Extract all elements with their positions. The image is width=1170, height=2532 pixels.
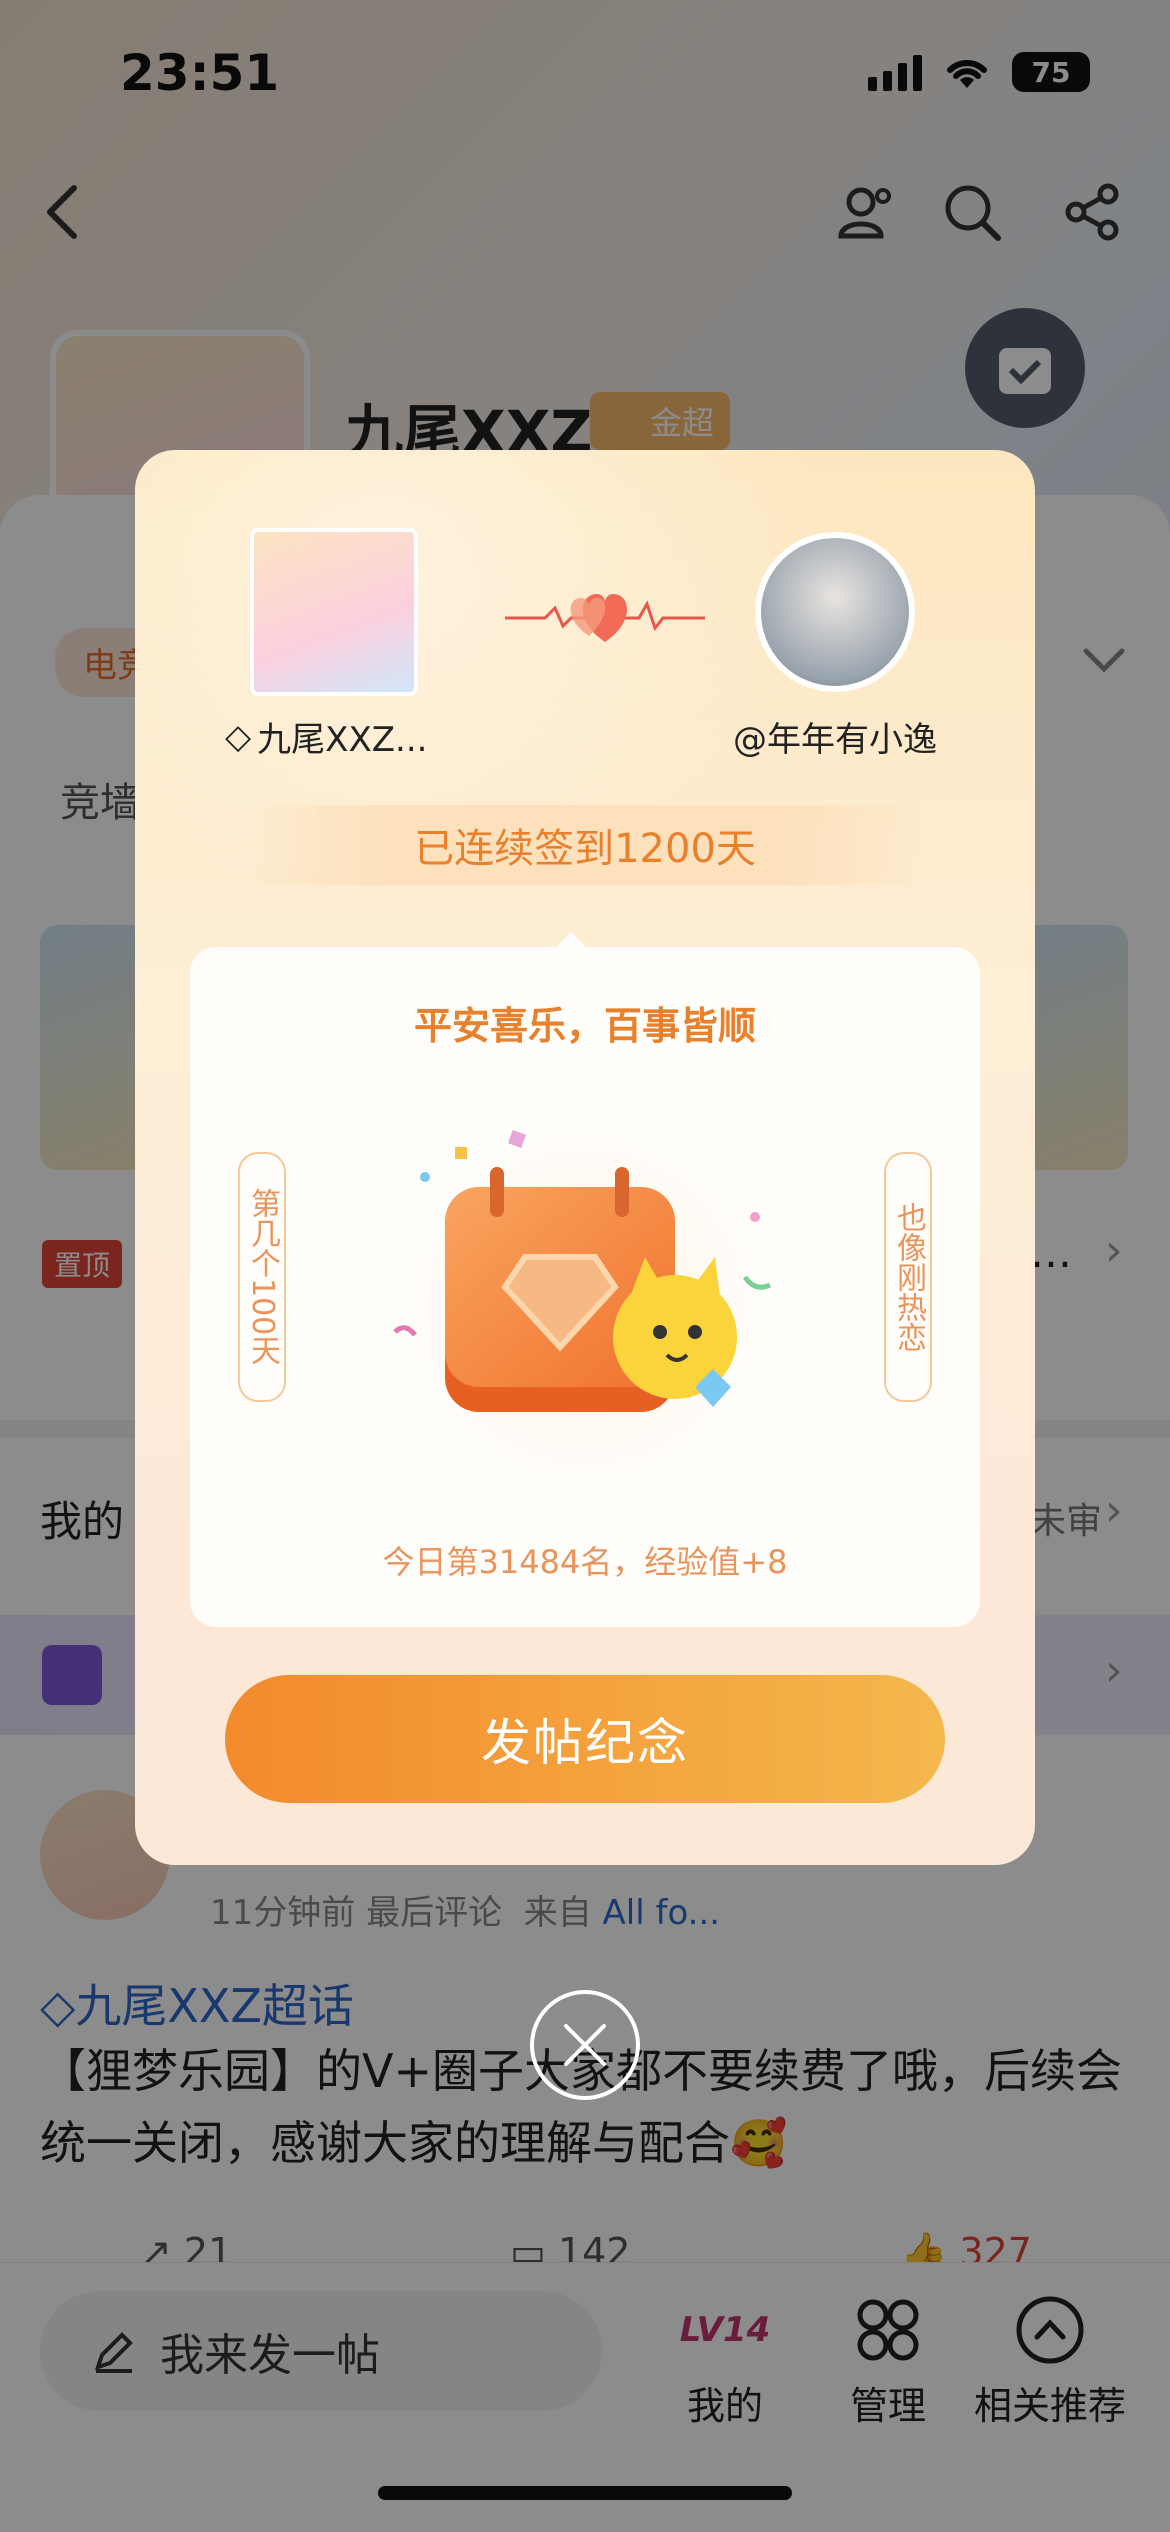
blessing-text: 平安喜乐，百事皆顺 (413, 1004, 756, 1048)
close-icon (564, 2024, 606, 2066)
blessing-card: 平安喜乐，百事皆顺 第几个100天 也像刚热恋 今日第31484名，经验值+8 (190, 947, 980, 1627)
calendar-mascot-illustration (393, 1117, 775, 1487)
topic-name: ◇ 九尾XXZ... (225, 712, 455, 761)
side-label-right: 也像刚热恋 (884, 1152, 932, 1402)
diamond-icon: ◇ (225, 716, 252, 757)
close-modal-button[interactable] (530, 1990, 640, 2100)
user-avatar (755, 532, 915, 692)
heartbeat-icon (505, 594, 705, 642)
side-label-left: 第几个100天 (238, 1152, 286, 1402)
streak-banner: 已连续签到1200天 (245, 805, 925, 885)
topic-avatar (250, 528, 418, 696)
rank-text: 今日第31484名，经验值+8 (382, 1543, 788, 1581)
user-name: @年年有小逸 (733, 720, 937, 760)
post-commemorate-button[interactable]: 发帖纪念 (225, 1675, 945, 1803)
topic-name-text: 九尾XXZ... (257, 720, 428, 760)
checkin-modal: ◇ 九尾XXZ... @年年有小逸 已连续签到1200天 平安喜乐，百事皆顺 第几… (135, 450, 1035, 1865)
